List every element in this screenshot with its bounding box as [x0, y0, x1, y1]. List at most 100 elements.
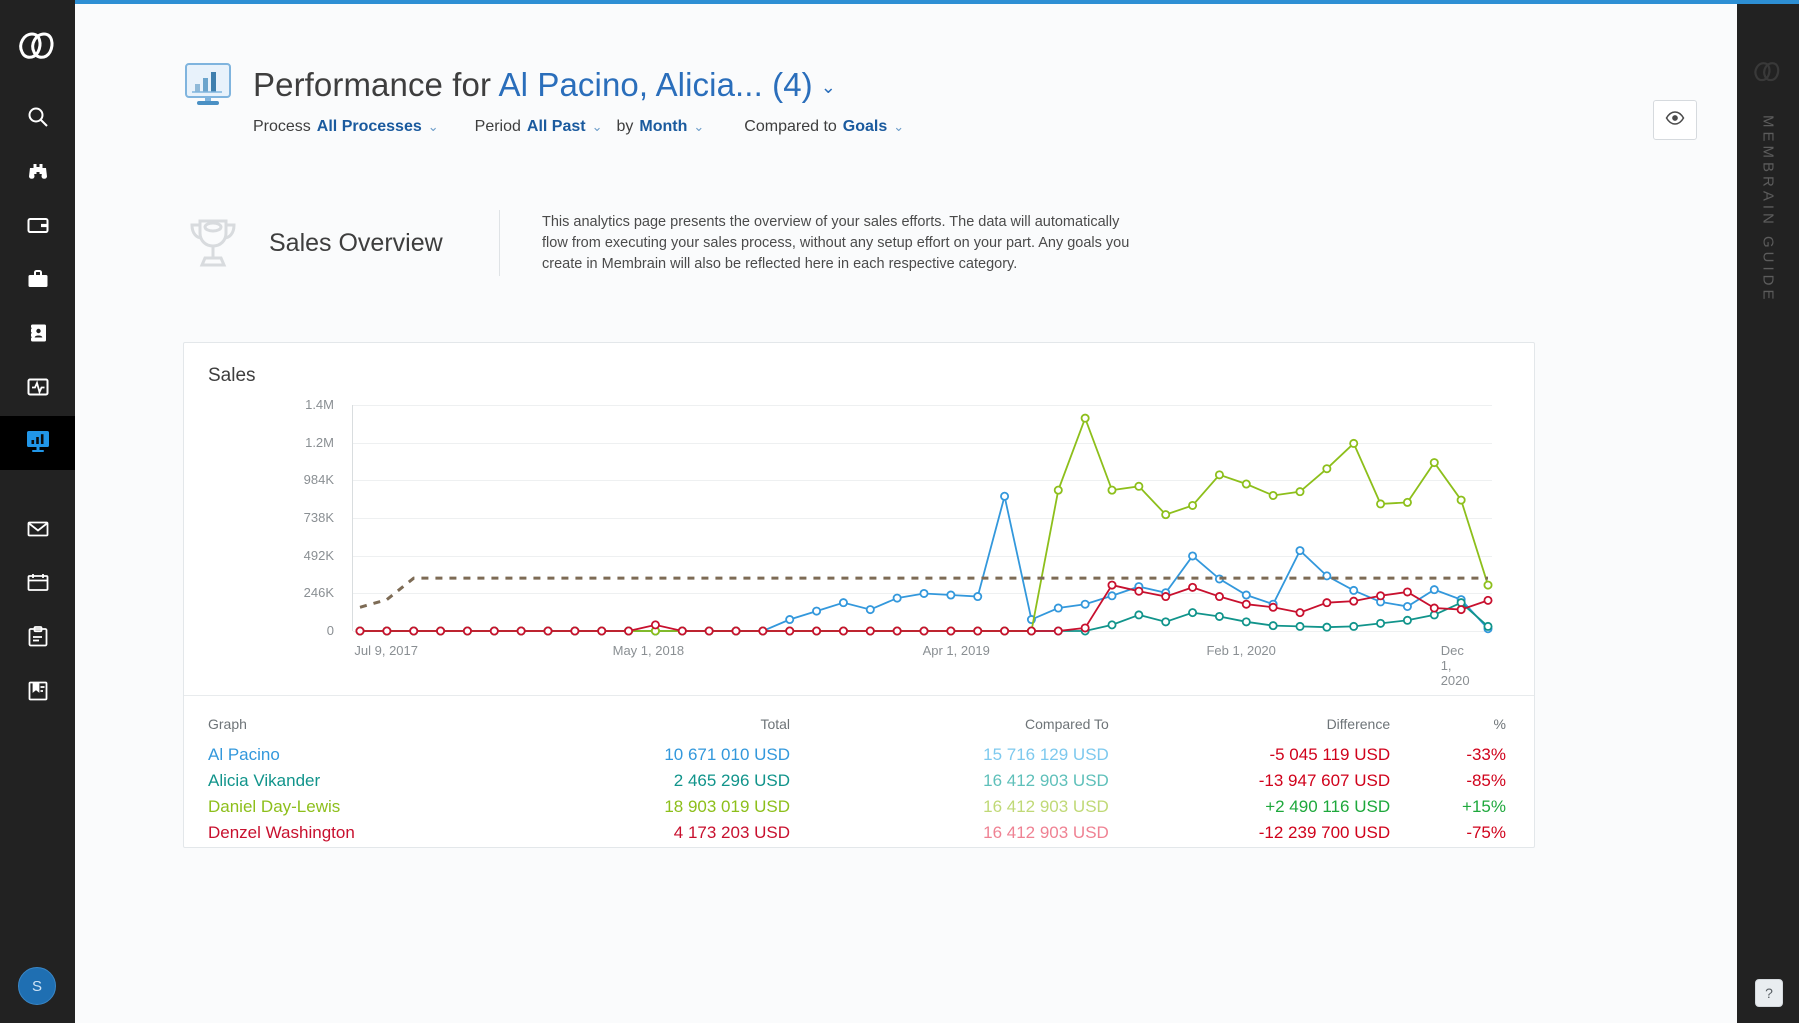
chart-data-point[interactable]: [758, 626, 768, 636]
chart-data-point[interactable]: [1402, 587, 1412, 597]
chart-data-point[interactable]: [489, 626, 499, 636]
chart-data-point[interactable]: [1080, 413, 1090, 423]
table-row[interactable]: Daniel Day-Lewis 18 903 019 USD 16 412 903…: [208, 794, 1506, 820]
chart-data-point[interactable]: [1107, 485, 1117, 495]
chart-data-point[interactable]: [838, 598, 848, 608]
sidebar-item-search[interactable]: [0, 92, 75, 146]
chart-data-point[interactable]: [973, 626, 983, 636]
chart-data-point[interactable]: [1026, 626, 1036, 636]
chart-data-point[interactable]: [1376, 499, 1386, 509]
chart-data-point[interactable]: [1456, 605, 1466, 615]
chart-data-point[interactable]: [1161, 510, 1171, 520]
sidebar-item-prospecting[interactable]: [0, 146, 75, 200]
chart-data-point[interactable]: [704, 626, 714, 636]
sidebar-item-tasks[interactable]: [0, 612, 75, 666]
chart-data-point[interactable]: [1053, 485, 1063, 495]
chart-data-point[interactable]: [436, 626, 446, 636]
sidebar-item-calendar[interactable]: [0, 558, 75, 612]
chart-data-point[interactable]: [1429, 585, 1439, 595]
chart-data-point[interactable]: [812, 626, 822, 636]
chart-data-point[interactable]: [1241, 599, 1251, 609]
chart-data-point[interactable]: [1295, 621, 1305, 631]
sidebar-item-accounts[interactable]: [0, 254, 75, 308]
chart-data-point[interactable]: [1161, 592, 1171, 602]
filter-period-value[interactable]: All Past: [527, 118, 586, 136]
chart-data-point[interactable]: [919, 588, 929, 598]
chart-plot[interactable]: [352, 405, 1493, 636]
title-chevron-down-icon[interactable]: ⌄: [821, 77, 836, 98]
chart-data-point[interactable]: [919, 626, 929, 636]
chart-data-point[interactable]: [946, 626, 956, 636]
chart-data-point[interactable]: [1295, 546, 1305, 556]
chart-data-point[interactable]: [1080, 599, 1090, 609]
chart-data-point[interactable]: [1188, 608, 1198, 618]
chevron-down-icon[interactable]: ⌄: [592, 119, 603, 135]
chart-data-point[interactable]: [892, 626, 902, 636]
chart-data-point[interactable]: [1349, 596, 1359, 606]
chart-data-point[interactable]: [1456, 495, 1466, 505]
chart-data-point[interactable]: [1188, 551, 1198, 561]
chart-data-point[interactable]: [1483, 580, 1493, 590]
chart-data-point[interactable]: [1107, 591, 1117, 601]
chart-data-point[interactable]: [1188, 500, 1198, 510]
chart-data-point[interactable]: [946, 590, 956, 600]
help-button[interactable]: ?: [1755, 979, 1783, 1007]
chevron-down-icon[interactable]: ⌄: [693, 119, 704, 135]
chart-data-point[interactable]: [1214, 470, 1224, 480]
chart-data-point[interactable]: [1268, 490, 1278, 500]
filter-interval[interactable]: by Month ⌄: [617, 118, 705, 136]
chart-data-point[interactable]: [1134, 481, 1144, 491]
chart-data-point[interactable]: [382, 626, 392, 636]
chart-data-point[interactable]: [1402, 615, 1412, 625]
chart-data-point[interactable]: [865, 605, 875, 615]
chart-data-point[interactable]: [1483, 621, 1493, 631]
chart-data-point[interactable]: [1134, 586, 1144, 596]
chart-data-point[interactable]: [1214, 611, 1224, 621]
chart-data-point[interactable]: [1053, 626, 1063, 636]
chart-data-point[interactable]: [1188, 582, 1198, 592]
chart-data-point[interactable]: [1268, 602, 1278, 612]
chart-data-point[interactable]: [1349, 621, 1359, 631]
chart-data-point[interactable]: [1322, 622, 1332, 632]
sidebar-item-deals[interactable]: [0, 200, 75, 254]
chart-data-point[interactable]: [1107, 620, 1117, 630]
chart-data-point[interactable]: [1322, 598, 1332, 608]
chart-data-point[interactable]: [1000, 491, 1010, 501]
chart-data-point[interactable]: [812, 606, 822, 616]
sidebar-item-analytics[interactable]: [0, 416, 75, 470]
sidebar-item-contacts[interactable]: [0, 308, 75, 362]
chart-data-point[interactable]: [1429, 458, 1439, 468]
chart-data-point[interactable]: [516, 626, 526, 636]
chart-data-point[interactable]: [1429, 603, 1439, 613]
chart-data-point[interactable]: [1376, 618, 1386, 628]
filter-compared-to-value[interactable]: Goals: [843, 118, 887, 136]
chart-data-point[interactable]: [1161, 617, 1171, 627]
chart-data-point[interactable]: [1295, 487, 1305, 497]
chart-data-point[interactable]: [973, 592, 983, 602]
chart-data-point[interactable]: [1268, 621, 1278, 631]
sidebar-item-library[interactable]: [0, 666, 75, 720]
chart-data-point[interactable]: [731, 626, 741, 636]
chart-data-point[interactable]: [785, 615, 795, 625]
chart-data-point[interactable]: [1241, 479, 1251, 489]
chart-data-point[interactable]: [1349, 585, 1359, 595]
filter-interval-value[interactable]: Month: [639, 118, 687, 136]
chart-data-point[interactable]: [892, 593, 902, 603]
chart-data-point[interactable]: [543, 626, 553, 636]
filter-process-value[interactable]: All Processes: [317, 118, 422, 136]
membrain-guide-rail[interactable]: MEMBRAIN GUIDE: [1737, 4, 1799, 1023]
chart-data-point[interactable]: [1080, 623, 1090, 633]
chart-data-point[interactable]: [785, 626, 795, 636]
chart-data-point[interactable]: [865, 626, 875, 636]
chart-data-point[interactable]: [1214, 592, 1224, 602]
chart-data-point[interactable]: [1402, 602, 1412, 612]
chart-data-point[interactable]: [1402, 497, 1412, 507]
sidebar-item-mail[interactable]: [0, 504, 75, 558]
chart-data-point[interactable]: [1295, 608, 1305, 618]
chart-data-point[interactable]: [1483, 595, 1493, 605]
chart-data-point[interactable]: [1107, 580, 1117, 590]
chart-data-point[interactable]: [597, 626, 607, 636]
filter-process[interactable]: Process All Processes ⌄: [253, 118, 439, 136]
filter-compared-to[interactable]: Compared to Goals ⌄: [744, 118, 904, 136]
chart-data-point[interactable]: [570, 626, 580, 636]
